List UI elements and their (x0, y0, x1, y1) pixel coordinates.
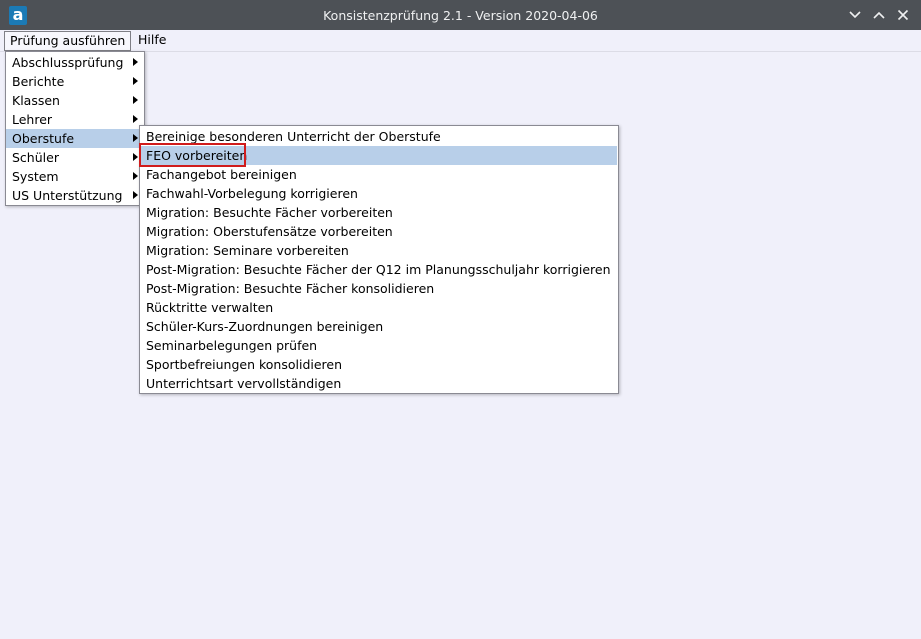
menu-item-lehrer[interactable]: Lehrer (6, 110, 144, 129)
menu-hilfe[interactable]: Hilfe (133, 31, 171, 49)
submenu-arrow-icon (133, 58, 138, 66)
submenu-arrow-icon (133, 134, 138, 142)
menu-item-label: Oberstufe (12, 131, 75, 146)
submenu-item-feo-vorbereiten[interactable]: FEO vorbereiten (141, 146, 617, 165)
menu-item-oberstufe[interactable]: Oberstufe (6, 129, 144, 148)
submenu-item-unterrichtsart[interactable]: Unterrichtsart vervollständigen (141, 374, 617, 393)
submenu-item-migration-oberstufensaetze[interactable]: Migration: Oberstufensätze vorbereiten (141, 222, 617, 241)
title-bar: a Konsistenzprüfung 2.1 - Version 2020-0… (0, 0, 921, 30)
menu-item-label: Schüler (12, 150, 59, 165)
submenu-arrow-icon (133, 77, 138, 85)
menu-item-system[interactable]: System (6, 167, 144, 186)
submenu-item-post-migration-konsolidieren[interactable]: Post-Migration: Besuchte Fächer konsolid… (141, 279, 617, 298)
menu-item-label: US Unterstützung (12, 188, 123, 203)
menu-item-us-unterstuetzung[interactable]: US Unterstützung (6, 186, 144, 205)
window-title: Konsistenzprüfung 2.1 - Version 2020-04-… (323, 8, 598, 23)
menu-item-schueler[interactable]: Schüler (6, 148, 144, 167)
pruefung-dropdown-menu: Abschlussprüfung Berichte Klassen Lehrer… (5, 51, 145, 206)
submenu-item-fachangebot-bereinigen[interactable]: Fachangebot bereinigen (141, 165, 617, 184)
menu-pruefung-ausfuehren[interactable]: Prüfung ausführen (4, 31, 132, 51)
submenu-arrow-icon (133, 115, 138, 123)
submenu-item-ruecktritte-verwalten[interactable]: Rücktritte verwalten (141, 298, 617, 317)
menu-item-label: Lehrer (12, 112, 53, 127)
menu-item-label: System (12, 169, 59, 184)
menu-item-label: Klassen (12, 93, 60, 108)
submenu-item-migration-seminare[interactable]: Migration: Seminare vorbereiten (141, 241, 617, 260)
menu-item-label: Berichte (12, 74, 65, 89)
maximize-icon[interactable] (871, 7, 887, 23)
submenu-item-seminarbelegungen[interactable]: Seminarbelegungen prüfen (141, 336, 617, 355)
menu-item-abschlusspruefung[interactable]: Abschlussprüfung (6, 53, 144, 72)
submenu-item-post-migration-q12[interactable]: Post-Migration: Besuchte Fächer der Q12 … (141, 260, 617, 279)
menu-item-berichte[interactable]: Berichte (6, 72, 144, 91)
submenu-item-migration-faecher[interactable]: Migration: Besuchte Fächer vorbereiten (141, 203, 617, 222)
submenu-item-fachwahl-korrigieren[interactable]: Fachwahl-Vorbelegung korrigieren (141, 184, 617, 203)
submenu-arrow-icon (133, 191, 138, 199)
minimize-icon[interactable] (847, 7, 863, 23)
menu-item-klassen[interactable]: Klassen (6, 91, 144, 110)
menu-item-label: Abschlussprüfung (12, 55, 124, 70)
submenu-arrow-icon (133, 96, 138, 104)
submenu-arrow-icon (133, 153, 138, 161)
menu-bar: Prüfung ausführen Hilfe (0, 30, 921, 52)
submenu-item-sportbefreiungen[interactable]: Sportbefreiungen konsolidieren (141, 355, 617, 374)
close-icon[interactable] (895, 7, 911, 23)
submenu-arrow-icon (133, 172, 138, 180)
oberstufe-submenu: Bereinige besonderen Unterricht der Ober… (139, 125, 619, 394)
submenu-item-bereinige-unterricht[interactable]: Bereinige besonderen Unterricht der Ober… (141, 127, 617, 146)
submenu-item-kurs-zuordnungen[interactable]: Schüler-Kurs-Zuordnungen bereinigen (141, 317, 617, 336)
